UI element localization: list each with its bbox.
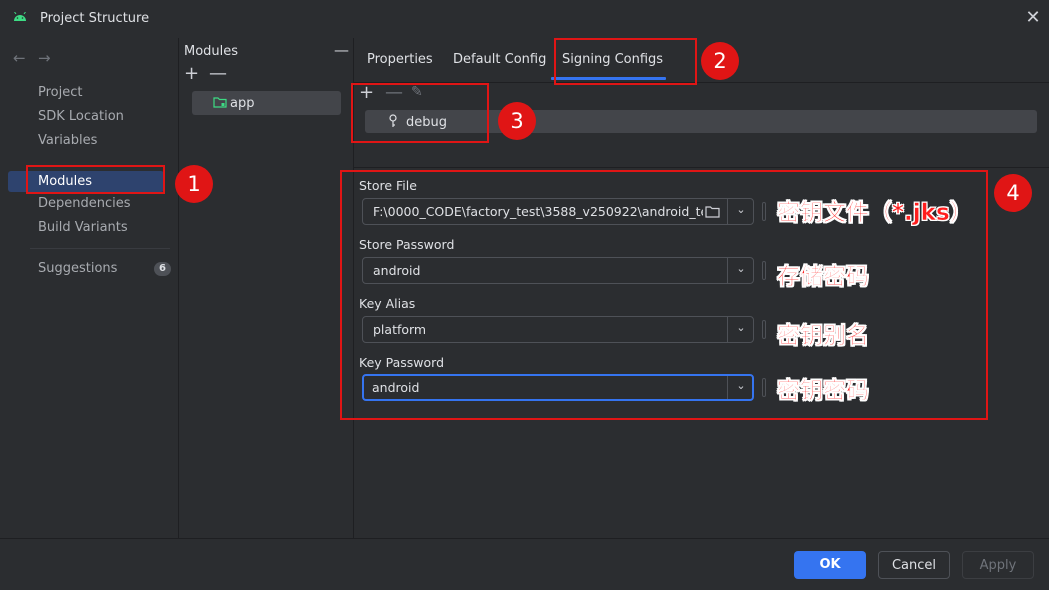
annotation-box-2: [554, 38, 697, 85]
module-label[interactable]: app: [230, 96, 254, 111]
minimize-icon[interactable]: —: [334, 41, 349, 59]
annotation-circle-4: 4: [994, 174, 1032, 212]
android-icon: [14, 12, 26, 21]
annotation-circle-1: 1: [175, 165, 213, 203]
nav-item-build-variants[interactable]: Build Variants: [38, 220, 128, 235]
tab-properties[interactable]: Properties: [367, 52, 433, 67]
nav-divider: [30, 248, 170, 249]
divider: [178, 38, 179, 538]
window-title: Project Structure: [40, 11, 150, 26]
annotation-box-1: [26, 165, 165, 194]
back-arrow-icon[interactable]: ←: [13, 49, 26, 67]
cancel-button[interactable]: Cancel: [878, 551, 950, 579]
title-bar: [0, 0, 1049, 38]
annotation-box-3: [351, 83, 489, 143]
divider: [354, 167, 1049, 168]
tab-default-config[interactable]: Default Config: [453, 52, 546, 67]
modules-header: Modules: [184, 44, 239, 59]
forward-arrow-icon[interactable]: →: [38, 49, 51, 67]
nav-item-project[interactable]: Project: [38, 85, 82, 100]
nav-item-suggestions[interactable]: Suggestions: [38, 261, 117, 276]
module-folder-icon: [213, 97, 227, 108]
ok-button[interactable]: OK: [794, 551, 866, 579]
close-icon[interactable]: ✕: [1022, 7, 1044, 29]
annotation-circle-3: 3: [498, 102, 536, 140]
divider: [0, 538, 1049, 539]
nav-item-variables[interactable]: Variables: [38, 133, 97, 148]
nav-item-sdk-location[interactable]: SDK Location: [38, 109, 124, 124]
remove-module-icon[interactable]: —: [209, 63, 227, 84]
suggestions-count-badge: 6: [154, 262, 171, 276]
add-module-icon[interactable]: +: [184, 63, 199, 84]
apply-button[interactable]: Apply: [962, 551, 1034, 579]
nav-item-dependencies[interactable]: Dependencies: [38, 196, 131, 211]
annotation-circle-2: 2: [701, 42, 739, 80]
annotation-box-4: [340, 170, 988, 420]
